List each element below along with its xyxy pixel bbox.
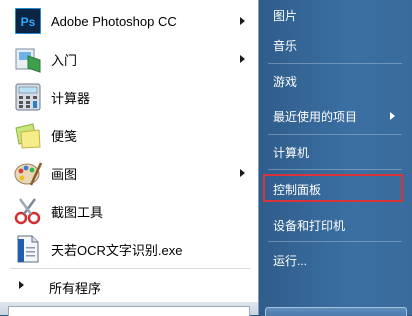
right-item-devices-printers[interactable]: 设备和打印机 [259,210,409,240]
program-item-getting-started[interactable]: 入门 [0,40,258,78]
right-item-label: 游戏 [273,75,298,89]
photoshop-icon: Ps [13,6,43,36]
right-item-label: 设备和打印机 [273,219,346,233]
program-label: Adobe Photoshop CC [51,13,177,29]
program-label: 画图 [51,166,78,182]
divider [10,268,250,269]
right-item-label: 图片 [273,9,298,23]
divider [268,63,402,64]
snipping-tool-icon [13,196,43,226]
submenu-arrow-icon [240,55,245,63]
highlight-box [263,174,403,202]
right-item-label: 计算机 [273,146,310,160]
right-item-recent-items[interactable]: 最近使用的项目 [259,101,409,131]
program-label: 计算器 [51,90,91,106]
submenu-arrow-icon [240,17,245,25]
submenu-arrow-icon [390,112,395,120]
right-item-games[interactable]: 游戏 [259,66,409,96]
program-label: 截图工具 [51,204,104,220]
start-menu-left-pane: Ps Adobe Photoshop CC 入门 计算器 便笺 画图 截图工具 … [0,0,259,316]
divider [268,169,402,170]
program-item-sticky-notes[interactable]: 便笺 [0,116,258,154]
program-label: 便笺 [51,128,78,144]
program-label: 入门 [51,52,78,68]
calculator-icon [13,82,43,112]
getting-started-icon [13,44,43,74]
right-item-music[interactable]: 音乐 [259,30,409,60]
right-item-pictures[interactable]: 图片 [259,0,409,30]
expand-arrow-icon [19,281,24,289]
divider [268,134,402,135]
divider [268,241,402,242]
program-item-calculator[interactable]: 计算器 [0,78,258,116]
paint-icon [13,158,43,188]
right-item-label: 音乐 [273,39,298,53]
all-programs-button[interactable]: 所有程序 [0,272,258,300]
submenu-arrow-icon [240,169,245,177]
sticky-notes-icon [13,120,43,150]
program-item-paint[interactable]: 画图 [0,154,258,192]
program-item-snipping-tool[interactable]: 截图工具 [0,192,258,230]
program-item-photoshop[interactable]: Ps Adobe Photoshop CC [0,2,258,40]
program-label: 天若OCR文字识别.exe [51,242,183,258]
all-programs-label: 所有程序 [49,281,102,296]
right-item-label: 最近使用的项目 [273,110,358,124]
program-item-ocr-app[interactable]: 天若OCR文字识别.exe [0,230,258,268]
ocr-app-icon [13,234,43,264]
right-item-label: 运行... [273,254,308,268]
right-item-run[interactable]: 运行... [259,245,409,275]
svg-text:Ps: Ps [21,15,36,29]
right-item-computer[interactable]: 计算机 [259,137,409,167]
